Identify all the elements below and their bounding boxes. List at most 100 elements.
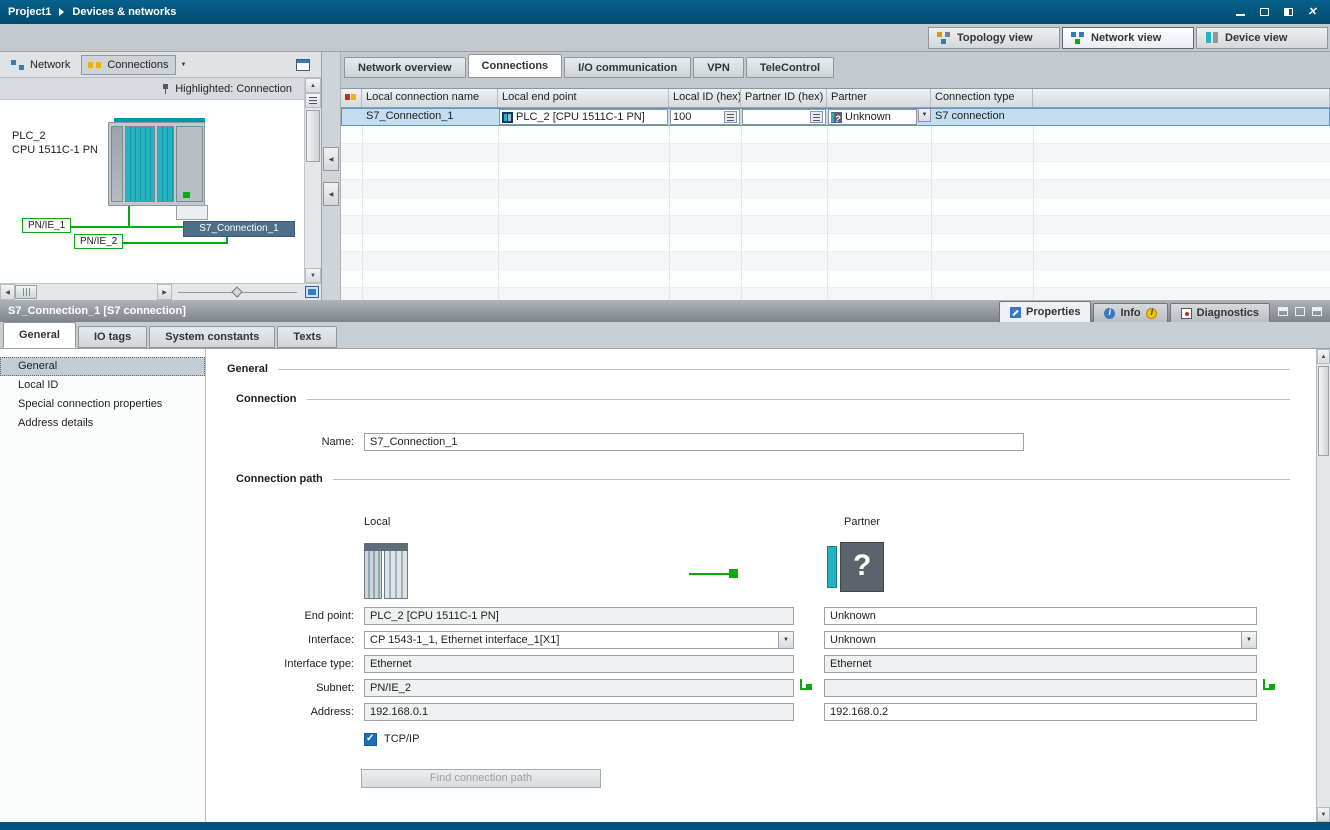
- tab-general[interactable]: General: [3, 322, 76, 348]
- scroll-up-icon[interactable]: ▲: [305, 78, 321, 93]
- partner-address-field[interactable]: 192.168.0.2: [824, 703, 1257, 721]
- breadcrumb-section[interactable]: Devices & networks: [72, 6, 176, 18]
- partner-id-picker-button[interactable]: [810, 111, 823, 123]
- pane-tab-properties[interactable]: Properties: [999, 301, 1091, 322]
- tab-texts[interactable]: Texts: [277, 326, 337, 348]
- header-partner-id[interactable]: Partner ID (hex): [741, 89, 827, 107]
- subnet-label: Subnet:: [216, 679, 354, 697]
- breadcrumb-project[interactable]: Project1: [8, 6, 51, 18]
- find-connection-path-button[interactable]: Find connection path: [361, 769, 601, 788]
- tcp-ip-checkbox[interactable]: [364, 733, 377, 746]
- network-view-button[interactable]: Network view: [1062, 27, 1194, 49]
- nav-item-address-details[interactable]: Address details: [0, 414, 205, 433]
- panel-splitter[interactable]: ◀ ◀: [322, 52, 341, 300]
- connection-name-field[interactable]: S7_Connection_1: [364, 433, 1024, 451]
- device-type: CPU 1511C-1 PN: [12, 144, 98, 156]
- tab-vpn[interactable]: VPN: [693, 57, 744, 78]
- header-local-end-point[interactable]: Local end point: [498, 89, 669, 107]
- nav-item-general[interactable]: General: [0, 357, 205, 376]
- nav-item-local-id[interactable]: Local ID: [0, 376, 205, 395]
- topology-view-button[interactable]: Topology view: [928, 27, 1060, 49]
- zoom-slider-track[interactable]: [178, 292, 297, 293]
- tab-telecontrol[interactable]: TeleControl: [746, 57, 834, 78]
- horizontal-scroll-thumb[interactable]: [15, 285, 37, 299]
- scroll-right-icon[interactable]: ▶: [157, 284, 172, 300]
- pane-options-button[interactable]: [290, 55, 316, 75]
- header-local-id[interactable]: Local ID (hex): [669, 89, 741, 107]
- collapse-right-button[interactable]: ◀: [323, 182, 339, 206]
- section-connection-path: Connection path: [236, 473, 1290, 485]
- dock-panel-icon[interactable]: [1278, 307, 1288, 316]
- end-point-label: End point:: [216, 607, 354, 625]
- vertical-scroll-thumb[interactable]: [306, 110, 320, 162]
- vertical-scroll-track[interactable]: [305, 108, 321, 268]
- local-interface-select[interactable]: CP 1543-1_1, Ethernet interface_1[X1]▼: [364, 631, 794, 649]
- overview-navigator-button[interactable]: [305, 93, 321, 108]
- empty-row: [341, 270, 1330, 288]
- cell-local-connection-name: S7_Connection_1: [362, 108, 498, 126]
- local-interface-dropdown-icon[interactable]: ▼: [778, 631, 794, 649]
- partner-subnet-field: [824, 679, 1257, 697]
- expand-panel-icon[interactable]: [1295, 307, 1305, 316]
- tab-network-overview[interactable]: Network overview: [344, 57, 466, 78]
- pane-tab-info[interactable]: Info: [1093, 303, 1167, 322]
- content-scroll-down-icon[interactable]: ▼: [1317, 807, 1330, 822]
- empty-row: [341, 198, 1330, 216]
- tab-connections[interactable]: Connections: [468, 54, 563, 78]
- zoom-slider-thumb[interactable]: [231, 286, 242, 297]
- minimize-button[interactable]: [1234, 6, 1246, 18]
- connections-mode-button[interactable]: Connections: [81, 55, 175, 75]
- header-connection-type[interactable]: Connection type: [931, 89, 1033, 107]
- header-local-connection-name[interactable]: Local connection name: [362, 89, 498, 107]
- header-icon-cell[interactable]: [341, 89, 362, 107]
- partner-dropdown-button[interactable]: ▼: [918, 108, 931, 122]
- partner-interface-value: Unknown: [830, 634, 876, 646]
- tab-io-communication[interactable]: I/O communication: [564, 57, 691, 78]
- highlight-banner: Highlighted: Connection: [0, 78, 304, 100]
- horizontal-scroll-track[interactable]: [37, 284, 157, 300]
- table-row[interactable]: S7_Connection_1 PLC_2 [CPU 1511C-1 PN] 1…: [341, 108, 1330, 126]
- device-name[interactable]: PLC_2: [12, 130, 46, 142]
- plc-device[interactable]: [108, 122, 205, 206]
- collapse-left-button[interactable]: ◀: [323, 147, 339, 171]
- connections-dropdown-icon[interactable]: ▼: [181, 62, 187, 68]
- inspector-tabs: General IO tags System constants Texts: [0, 322, 1330, 349]
- local-address-field[interactable]: 192.168.0.1: [364, 703, 794, 721]
- row-icon-cell: [341, 108, 362, 126]
- diagram-horizontal-scrollbar[interactable]: ◀ ▶: [0, 283, 321, 300]
- connection-endpoint-node[interactable]: [176, 205, 208, 220]
- tab-io-tags[interactable]: IO tags: [78, 326, 147, 348]
- subnet2-label[interactable]: PN/IE_2: [74, 234, 123, 249]
- pane-tab-diagnostics[interactable]: Diagnostics: [1170, 303, 1270, 322]
- work-area: Network overview Connections I/O communi…: [341, 52, 1330, 300]
- subnet1-label[interactable]: PN/IE_1: [22, 218, 71, 233]
- content-scroll-thumb[interactable]: [1318, 366, 1329, 456]
- collapse-panel-icon[interactable]: [1312, 307, 1322, 316]
- nav-item-special-connection-properties[interactable]: Special connection properties: [0, 395, 205, 414]
- diagram-vertical-scrollbar[interactable]: ▲ ▼: [304, 78, 321, 283]
- partner-interface-select[interactable]: Unknown ▼: [824, 631, 1257, 649]
- header-filler: [1033, 89, 1330, 107]
- content-scroll-up-icon[interactable]: ▲: [1317, 349, 1330, 364]
- partner-end-point-field[interactable]: Unknown: [824, 607, 1257, 625]
- header-partner[interactable]: Partner: [827, 89, 931, 107]
- network-mode-button[interactable]: Network: [5, 55, 76, 75]
- table-header: Local connection name Local end point Lo…: [341, 89, 1330, 108]
- scroll-left-icon[interactable]: ◀: [0, 284, 15, 300]
- content-scroll-track[interactable]: [1317, 364, 1330, 807]
- s7-connection-label[interactable]: S7_Connection_1: [183, 221, 295, 237]
- device-view-button[interactable]: Device view: [1196, 27, 1328, 49]
- content-vertical-scrollbar[interactable]: ▲ ▼: [1316, 349, 1330, 822]
- local-end-point-field[interactable]: PLC_2 [CPU 1511C-1 PN]: [364, 607, 794, 625]
- partner-interface-dropdown-icon[interactable]: ▼: [1241, 631, 1257, 649]
- network-diagram: PLC_2 CPU 1511C-1 PN S7_Connection_1 PN/…: [0, 100, 304, 283]
- scroll-down-icon[interactable]: ▼: [305, 268, 321, 283]
- close-button[interactable]: ✕: [1306, 6, 1318, 18]
- dock-button[interactable]: [1282, 6, 1294, 18]
- fit-to-view-button[interactable]: [303, 284, 321, 300]
- tab-system-constants[interactable]: System constants: [149, 326, 275, 348]
- tcp-ip-label: TCP/IP: [384, 733, 419, 746]
- restore-button[interactable]: [1258, 6, 1270, 18]
- local-id-picker-button[interactable]: [724, 111, 737, 123]
- zoom-control[interactable]: [172, 284, 303, 300]
